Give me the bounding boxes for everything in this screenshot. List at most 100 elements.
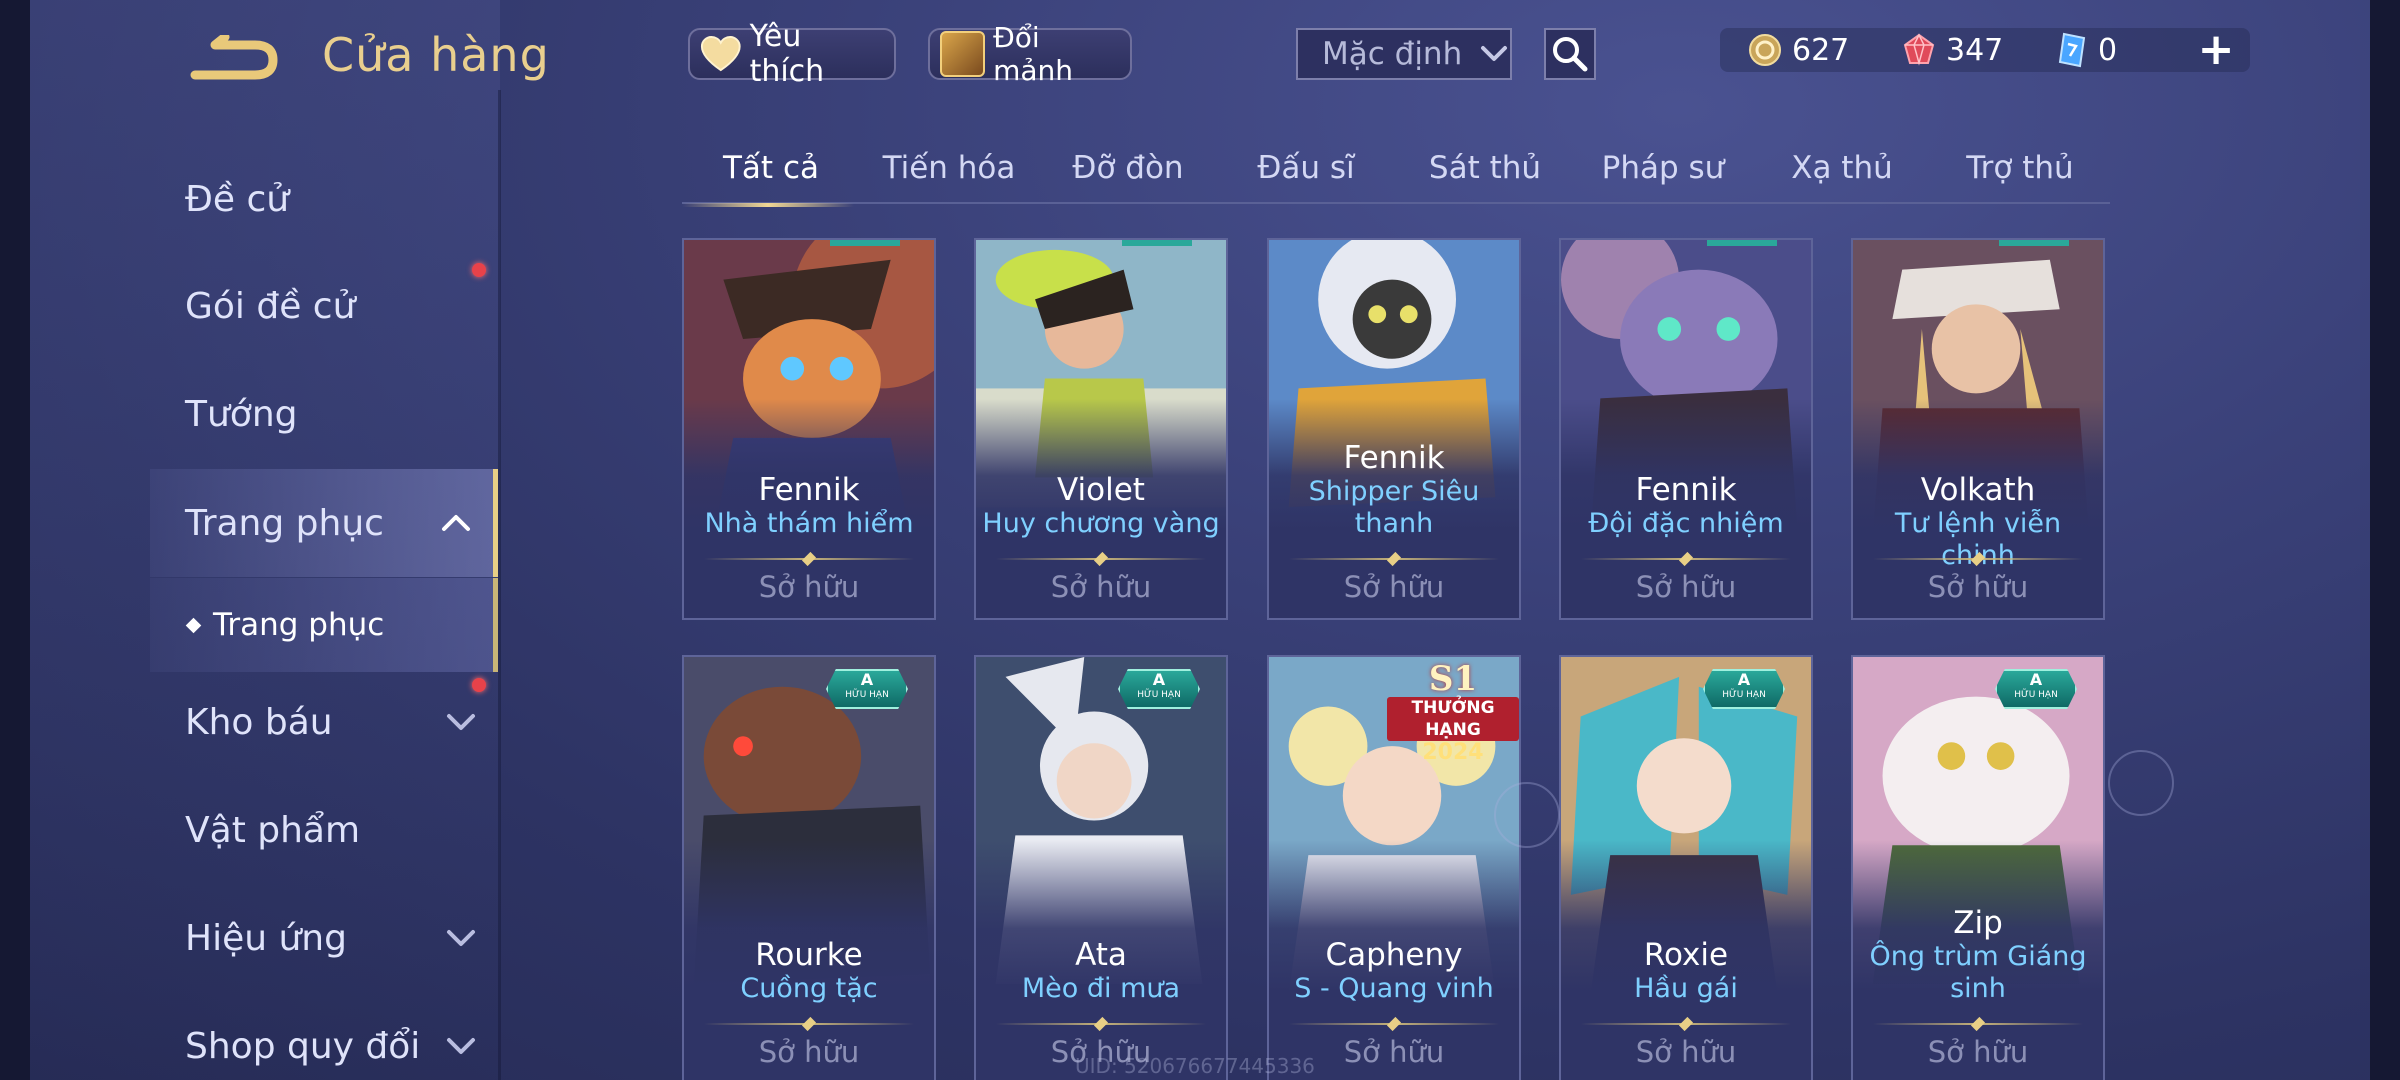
tab-support[interactable]: Trợ thủ: [1931, 140, 2109, 204]
badge-tier: A: [1737, 670, 1751, 689]
skin-card[interactable]: S1 THƯỞNG HẠNG 2024 Capheny S - Quang vi…: [1267, 655, 1521, 1080]
skin-card[interactable]: Volkath Tư lệnh viễn chinh Sở hữu: [1851, 238, 2105, 620]
sort-value: Mặc định: [1322, 36, 1463, 72]
tab-marksman[interactable]: Xạ thủ: [1753, 140, 1931, 204]
card-divider: [1289, 1016, 1499, 1032]
owned-status: Sở hữu: [1050, 570, 1152, 604]
card-divider: [1289, 551, 1499, 567]
badge-ribbon: [1999, 240, 2069, 246]
tab-label: Xạ thủ: [1791, 150, 1893, 186]
badge-ribbon: [1122, 240, 1192, 246]
skin-card[interactable]: Fennik Đội đặc nhiệm Sở hữu: [1559, 238, 1813, 620]
add-currency-button[interactable]: +: [2196, 28, 2236, 72]
shard-exchange-button[interactable]: Đổi mảnh: [928, 21, 1132, 87]
voucher-currency: 0: [2056, 30, 2117, 70]
chevron-down-icon: [447, 1038, 475, 1054]
back-button[interactable]: [185, 32, 280, 85]
sidebar-item-treasure[interactable]: Kho báu: [150, 668, 498, 776]
card-divider: [1873, 551, 2083, 567]
card-info: Ata Mèo đi mưa: [976, 937, 1226, 1005]
shard-exchange-label: Đổi mảnh: [993, 21, 1074, 87]
screen-edge-left: [0, 0, 30, 1080]
skin-card[interactable]: A HỮU HẠN Rourke Cuồng tặc Sở hữu: [682, 655, 936, 1080]
sidebar-divider: [498, 90, 501, 1080]
sidebar-item-label: Kho báu: [185, 701, 333, 743]
skin-card[interactable]: Fennik Shipper Siêu thanh Sở hữu: [1267, 238, 1521, 620]
badge-label: HỮU HẠN: [2014, 690, 2058, 700]
chevron-up-icon: [442, 515, 470, 531]
sidebar-subitem-skins[interactable]: Trang phục: [150, 578, 498, 672]
skin-name: Cuồng tặc: [740, 973, 878, 1004]
hero-name: Violet: [1057, 472, 1145, 508]
role-tabs: Tất cả Tiến hóa Đỡ đòn Đấu sĩ Sát thủ Ph…: [682, 140, 2110, 207]
badge-label: HỮU HẠN: [845, 690, 889, 700]
skin-name: Hầu gái: [1634, 973, 1738, 1004]
voucher-amount: 0: [2098, 32, 2118, 68]
sidebar-item-label: Gói đề cử: [185, 285, 356, 327]
tab-tank[interactable]: Đỡ đòn: [1039, 140, 1217, 204]
sidebar-item-exchange-shop[interactable]: Shop quy đổi: [150, 992, 498, 1080]
shop-screen: Cửa hàng Yêu thích Đổi mảnh Mặc định 627: [0, 0, 2400, 1080]
sidebar-item-label: Tướng: [185, 393, 298, 435]
limited-badge: A HỮU HẠN: [826, 669, 908, 709]
sidebar-subitem-label: Trang phục: [213, 607, 385, 643]
tab-assassin[interactable]: Sát thủ: [1396, 140, 1574, 204]
sidebar-item-skins[interactable]: Trang phục: [150, 469, 498, 577]
owned-status: Sở hữu: [1343, 570, 1445, 604]
card-info: Rourke Cuồng tặc: [684, 937, 934, 1005]
badge-label: HỮU HẠN: [1722, 690, 1766, 700]
favorite-button[interactable]: Yêu thích: [688, 19, 896, 89]
skin-name: S - Quang vinh: [1294, 973, 1494, 1004]
skin-name: Huy chương vàng: [982, 508, 1220, 539]
badge-label: HỮU HẠN: [1137, 690, 1181, 700]
card-divider: [704, 1016, 914, 1032]
skin-card[interactable]: A HỮU HẠN Zip Ông trùm Giáng sinh Sở hữu: [1851, 655, 2105, 1080]
owned-status: Sở hữu: [1635, 1035, 1737, 1069]
card-divider: [1873, 1016, 2083, 1032]
sidebar-item-items[interactable]: Vật phẩm: [150, 776, 498, 884]
tab-mage[interactable]: Pháp sư: [1574, 140, 1752, 204]
card-info: Fennik Shipper Siêu thanh: [1269, 440, 1519, 540]
heart-icon: [700, 36, 741, 72]
gold-coin-icon: [1749, 34, 1781, 66]
sidebar-item-label: Shop quy đổi: [185, 1025, 421, 1067]
tab-label: Đấu sĩ: [1257, 150, 1355, 186]
card-divider: [704, 551, 914, 567]
chevron-down-icon: [1481, 46, 1508, 61]
tab-label: Tiến hóa: [882, 150, 1016, 186]
sort-select[interactable]: Mặc định: [1296, 28, 1512, 80]
sidebar-item-heroes[interactable]: Tướng: [150, 360, 498, 468]
sidebar-item-recommended[interactable]: Đề cử: [150, 145, 498, 253]
carousel-indicator: [1494, 782, 1560, 848]
skin-card[interactable]: Fennik Nhà thám hiểm Sở hữu: [682, 238, 936, 620]
tab-label: Đỡ đòn: [1072, 150, 1184, 186]
sidebar-item-label: Trang phục: [185, 502, 384, 544]
skin-name: Nhà thám hiểm: [704, 508, 914, 539]
tab-fighter[interactable]: Đấu sĩ: [1217, 140, 1395, 204]
sidebar-item-effects[interactable]: Hiệu ứng: [150, 884, 498, 992]
card-info: Violet Huy chương vàng: [976, 472, 1226, 540]
tab-all[interactable]: Tất cả: [682, 140, 860, 207]
voucher-icon: [2058, 32, 2086, 68]
search-button[interactable]: [1544, 28, 1596, 80]
chevron-down-icon: [447, 714, 475, 730]
card-divider: [996, 551, 1206, 567]
badge-rank: THƯỞNG HẠNG: [1387, 697, 1519, 741]
tab-label: Pháp sư: [1601, 150, 1725, 186]
tab-active-underline: [682, 203, 854, 207]
skin-card[interactable]: A HỮU HẠN Roxie Hầu gái Sở hữu: [1559, 655, 1813, 1080]
gold-currency: 627: [1748, 30, 1849, 70]
card-divider: [1581, 1016, 1791, 1032]
diamond-bullet-icon: [185, 617, 202, 633]
skin-card[interactable]: A HỮU HẠN Ata Mèo đi mưa Sở hữu: [974, 655, 1228, 1080]
badge-tier: A: [2029, 670, 2043, 689]
favorite-label: Yêu thích: [749, 19, 825, 89]
tab-evolution[interactable]: Tiến hóa: [860, 140, 1038, 204]
carousel-indicator: [2108, 750, 2174, 816]
sidebar-item-recommended-packs[interactable]: Gói đề cử: [150, 252, 498, 360]
skin-card[interactable]: Violet Huy chương vàng Sở hữu: [974, 238, 1228, 620]
limited-badge: A HỮU HẠN: [1703, 669, 1785, 709]
owned-status: Sở hữu: [758, 1035, 860, 1069]
card-info: Fennik Nhà thám hiểm: [684, 472, 934, 540]
sidebar-item-label: Hiệu ứng: [185, 917, 347, 959]
